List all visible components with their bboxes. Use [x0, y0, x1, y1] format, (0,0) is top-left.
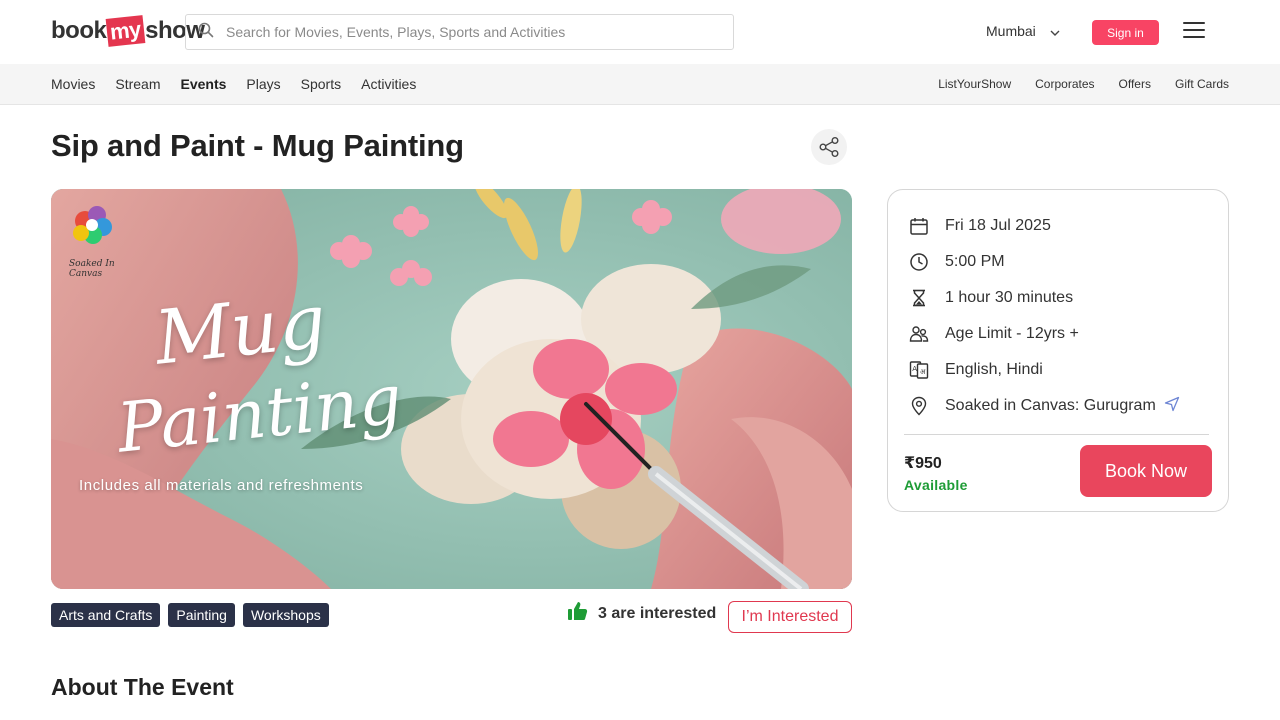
banner-heading-line1: Mug: [150, 278, 330, 382]
event-date: Fri 18 Jul 2025: [945, 217, 1051, 234]
duration-row: 1 hour 30 minutes: [908, 286, 1073, 310]
svg-text:A: A: [912, 365, 917, 373]
tag-workshops[interactable]: Workshops: [242, 603, 329, 627]
banner-subtitle: Includes all materials and refreshments: [79, 477, 364, 494]
nav-item-corporates[interactable]: Corporates: [1035, 77, 1094, 91]
nav-bar: Movies Stream Events Plays Sports Activi…: [0, 64, 1280, 105]
interest-count: 3 are interested: [567, 601, 716, 626]
nav-item-activities[interactable]: Activities: [361, 76, 416, 92]
svg-text:अ: अ: [920, 368, 926, 376]
nav-item-stream[interactable]: Stream: [115, 76, 160, 92]
sign-in-button[interactable]: Sign in: [1092, 20, 1159, 45]
language-icon: Aअ: [908, 359, 930, 381]
language-row: Aअ English, Hindi: [908, 358, 1043, 382]
event-languages: English, Hindi: [945, 361, 1043, 378]
hamburger-menu-icon[interactable]: [1183, 22, 1205, 40]
venue-row[interactable]: Soaked in Canvas: Gurugram: [908, 394, 1180, 418]
location-pin-icon: [908, 395, 930, 417]
calendar-icon: [908, 215, 930, 237]
search-input[interactable]: [226, 24, 706, 40]
search-icon: [198, 22, 214, 43]
nav-item-movies[interactable]: Movies: [51, 76, 95, 92]
event-info-card: Fri 18 Jul 2025 5:00 PM 1 hour 30 minute…: [887, 189, 1229, 512]
bookmyshow-logo[interactable]: book my show: [51, 14, 205, 48]
nav-item-listyourshow[interactable]: ListYourShow: [938, 77, 1011, 91]
hourglass-icon: [908, 287, 930, 309]
event-duration: 1 hour 30 minutes: [945, 289, 1074, 306]
search-box[interactable]: [185, 14, 734, 50]
nav-item-sports[interactable]: Sports: [301, 76, 341, 92]
nav-right: ListYourShow Corporates Offers Gift Card…: [938, 64, 1229, 104]
nav-item-offers[interactable]: Offers: [1119, 77, 1151, 91]
event-banner-image: Soaked In Canvas Mug Painting Includes a…: [51, 189, 852, 589]
tag-arts-and-crafts[interactable]: Arts and Crafts: [51, 603, 161, 627]
nav-item-events[interactable]: Events: [180, 76, 226, 92]
age-row: Age Limit - 12yrs +: [908, 322, 1079, 346]
chevron-down-icon: [1050, 23, 1060, 39]
thumbs-up-icon: [567, 601, 588, 626]
event-tags: Arts and Crafts Painting Workshops: [51, 603, 329, 627]
city-selector[interactable]: Mumbai: [986, 23, 1060, 39]
nav-item-plays[interactable]: Plays: [246, 76, 280, 92]
time-row: 5:00 PM: [908, 250, 1005, 274]
share-icon[interactable]: [811, 129, 847, 165]
availability-status: Available: [904, 477, 968, 493]
about-heading: About The Event: [51, 674, 234, 700]
event-venue[interactable]: Soaked in Canvas: Gurugram: [945, 397, 1156, 415]
event-age-limit: Age Limit - 12yrs +: [945, 325, 1079, 342]
ticket-price: ₹950: [904, 455, 942, 472]
event-title: Sip and Paint - Mug Painting: [51, 128, 464, 163]
im-interested-button[interactable]: I’m Interested: [728, 601, 852, 633]
people-icon: [908, 323, 930, 345]
soaked-in-canvas-logo: Soaked In Canvas: [59, 199, 139, 279]
card-divider: [904, 434, 1209, 435]
nav-left: Movies Stream Events Plays Sports Activi…: [51, 64, 416, 104]
nav-item-gift-cards[interactable]: Gift Cards: [1175, 77, 1229, 91]
clock-icon: [908, 251, 930, 273]
top-header: bookmyshow Mumbai Sign in: [0, 0, 1280, 64]
book-now-button[interactable]: Book Now: [1080, 445, 1212, 497]
event-time: 5:00 PM: [945, 253, 1005, 270]
date-row: Fri 18 Jul 2025: [908, 214, 1051, 238]
tag-painting[interactable]: Painting: [168, 603, 235, 627]
navigate-arrow-icon[interactable]: [1164, 396, 1180, 417]
